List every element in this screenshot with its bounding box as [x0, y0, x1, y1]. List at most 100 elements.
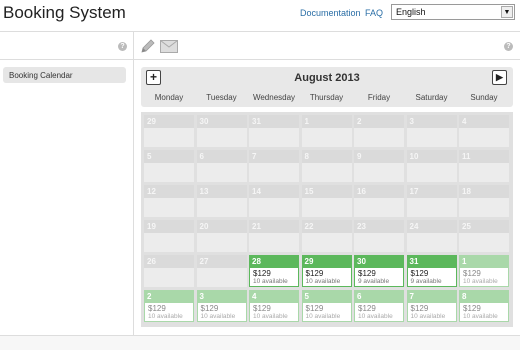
day-number: 17 — [406, 185, 457, 198]
calendar-day[interactable]: 3 $129 10 available — [196, 290, 247, 322]
plus-icon[interactable]: + — [146, 70, 161, 85]
day-header-sunday: Sunday — [470, 93, 498, 102]
calendar-day: 14 — [249, 185, 299, 217]
calendar-day[interactable]: 4 $129 10 available — [249, 290, 299, 322]
calendar-day: 11 — [459, 150, 509, 182]
day-body — [459, 128, 509, 147]
calendar-day: 26 — [144, 255, 194, 287]
day-number: 13 — [196, 185, 247, 198]
play-icon[interactable]: ▶ — [492, 70, 507, 85]
day-body — [196, 128, 247, 147]
day-body — [144, 233, 194, 252]
day-body — [196, 198, 247, 217]
question-icon[interactable]: ? — [504, 42, 513, 51]
day-body — [249, 233, 299, 252]
day-body — [144, 198, 194, 217]
day-number: 28 — [249, 255, 299, 268]
calendar-day[interactable]: 1 $129 10 available — [459, 255, 509, 287]
calendar-day: 20 — [196, 220, 247, 252]
calendar-day: 19 — [144, 220, 194, 252]
day-availability: 10 available — [358, 313, 393, 320]
envelope-icon[interactable] — [160, 40, 178, 53]
day-number: 18 — [459, 185, 509, 198]
day-body — [301, 163, 352, 182]
faq-link[interactable]: FAQ — [365, 8, 383, 18]
calendar-day[interactable]: 28 $129 10 available — [249, 255, 299, 287]
day-body: $129 10 available — [459, 268, 509, 287]
day-number: 15 — [301, 185, 352, 198]
calendar-day: 18 — [459, 185, 509, 217]
day-body — [196, 163, 247, 182]
day-number: 14 — [249, 185, 299, 198]
day-body: $129 10 available — [144, 303, 194, 322]
calendar-day[interactable]: 6 $129 10 available — [354, 290, 404, 322]
calendar-day[interactable]: 31 $129 9 available — [406, 255, 457, 287]
calendar-day: 16 — [354, 185, 404, 217]
footer — [0, 335, 520, 350]
day-body: $129 10 available — [354, 303, 404, 322]
day-number: 19 — [144, 220, 194, 233]
day-price: $129 — [463, 304, 481, 313]
day-number: 22 — [301, 220, 352, 233]
day-body: $129 10 available — [301, 303, 352, 322]
calendar-day: 21 — [249, 220, 299, 252]
day-price: $129 — [253, 304, 271, 313]
day-number: 4 — [249, 290, 299, 303]
calendar-day: 9 — [354, 150, 404, 182]
day-number: 10 — [406, 150, 457, 163]
day-body — [406, 163, 457, 182]
day-price: $129 — [358, 269, 376, 278]
day-price: $129 — [358, 304, 376, 313]
day-number: 23 — [354, 220, 404, 233]
day-number: 27 — [196, 255, 247, 268]
day-body — [196, 268, 247, 287]
main-toolbar: ? — [134, 32, 520, 60]
day-number: 7 — [249, 150, 299, 163]
day-availability: 9 available — [410, 278, 442, 285]
calendar-day[interactable]: 2 $129 10 available — [144, 290, 194, 322]
calendar-day: 29 — [144, 115, 194, 147]
calendar-day: 31 — [249, 115, 299, 147]
day-availability: 10 available — [463, 278, 498, 285]
calendar-day: 6 — [196, 150, 247, 182]
calendar-day[interactable]: 5 $129 10 available — [301, 290, 352, 322]
day-body — [406, 233, 457, 252]
question-icon[interactable]: ? — [118, 42, 127, 51]
pencil-icon[interactable] — [140, 38, 156, 54]
day-body — [459, 198, 509, 217]
day-number: 8 — [459, 290, 509, 303]
day-number: 30 — [354, 255, 404, 268]
day-number: 1 — [459, 255, 509, 268]
calendar-day: 12 — [144, 185, 194, 217]
day-number: 30 — [196, 115, 247, 128]
day-price: $129 — [463, 269, 481, 278]
day-availability: 10 available — [253, 313, 288, 320]
language-select-value: English — [396, 7, 426, 17]
day-body: $129 9 available — [354, 268, 404, 287]
documentation-link[interactable]: Documentation — [300, 8, 361, 18]
day-number: 24 — [406, 220, 457, 233]
day-availability: 10 available — [305, 278, 341, 285]
day-number: 5 — [301, 290, 352, 303]
language-select[interactable]: English ▼ — [391, 4, 515, 20]
top-bar: Booking System Documentation FAQ English… — [0, 0, 520, 31]
calendar-day[interactable]: 29 $129 10 available — [301, 255, 352, 287]
day-header-saturday: Saturday — [415, 93, 448, 102]
day-body — [144, 268, 194, 287]
day-header-monday: Monday — [154, 93, 184, 102]
day-body — [301, 198, 352, 217]
day-header-wednesday: Wednesday — [252, 93, 296, 102]
calendar-day: 17 — [406, 185, 457, 217]
calendar-day[interactable]: 30 $129 9 available — [354, 255, 404, 287]
day-price: $129 — [410, 304, 429, 313]
calendar-grid: 29 30 31 1 2 3 4 5 6 7 8 9 10 11 12 13 14 15 16 17 18 19 20 21 2… — [141, 112, 513, 327]
sidebar-item-booking-calendar[interactable]: Booking Calendar — [3, 67, 126, 83]
calendar-day: 25 — [459, 220, 509, 252]
calendar-day[interactable]: 7 $129 10 available — [406, 290, 457, 322]
day-availability: 10 available — [410, 313, 446, 320]
chevron-down-icon[interactable]: ▼ — [501, 6, 513, 18]
calendar-day: 3 — [406, 115, 457, 147]
calendar-day[interactable]: 8 $129 10 available — [459, 290, 509, 322]
day-body — [249, 128, 299, 147]
day-body: $129 10 available — [459, 303, 509, 322]
